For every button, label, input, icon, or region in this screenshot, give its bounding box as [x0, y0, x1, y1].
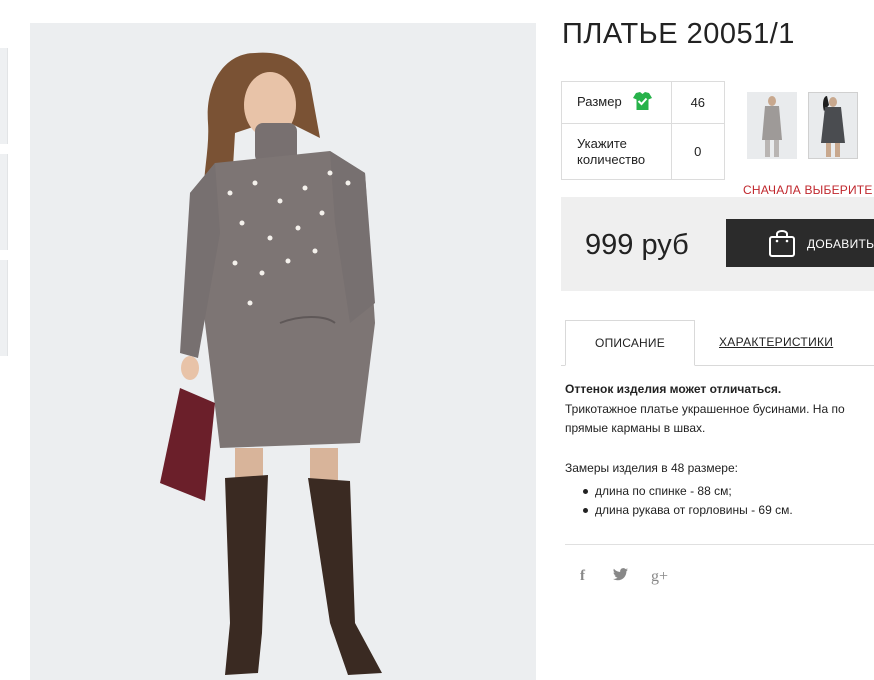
add-to-cart-label: ДОБАВИТЬ: [807, 237, 874, 251]
size-selected-check-icon: [633, 91, 653, 114]
product-thumbnail[interactable]: [0, 260, 8, 356]
size-label: Размер: [577, 93, 622, 109]
model-illustration: [160, 52, 382, 675]
product-price: 999 руб: [585, 229, 689, 261]
color-thumbnail-dark[interactable]: [808, 92, 858, 159]
measurements-heading: Замеры изделия в 48 размере:: [565, 461, 738, 475]
color-thumbnail-grey[interactable]: [747, 92, 797, 159]
measurements-list: длина по спинке - 88 см; длина рукава от…: [583, 482, 793, 520]
select-size-warning: СНАЧАЛА ВЫБЕРИТЕ Р: [743, 183, 874, 197]
description-line: прямые карманы в швах.: [565, 421, 706, 435]
thumbnail-strip: [0, 48, 8, 366]
shopping-bag-icon: [768, 228, 796, 263]
add-to-cart-button[interactable]: ДОБАВИТЬ: [726, 219, 874, 267]
divider: [565, 544, 874, 545]
google-plus-icon[interactable]: g+: [651, 568, 668, 586]
size-row: Размер: [561, 81, 672, 124]
list-item: длина рукава от горловины - 69 см.: [583, 501, 793, 520]
quantity-label-line2: количество: [577, 151, 646, 167]
quantity-label-line1: Укажите: [577, 135, 627, 151]
size-value[interactable]: 46: [670, 81, 726, 124]
price-panel: 999 руб ДОБАВИТЬ: [561, 197, 874, 291]
product-thumbnail[interactable]: [0, 154, 8, 250]
tab-characteristics[interactable]: ХАРАКТЕРИСТИКИ: [719, 335, 833, 349]
product-title: ПЛАТЬЕ 20051/1: [562, 18, 795, 50]
quantity-input[interactable]: 0: [670, 123, 726, 180]
tab-description[interactable]: ОПИСАНИЕ: [565, 320, 695, 366]
main-product-photo[interactable]: [30, 23, 536, 680]
facebook-icon[interactable]: f: [580, 568, 585, 585]
list-item: длина по спинке - 88 см;: [583, 482, 793, 501]
product-options-table: Размер 46 Укажите количество 0: [561, 81, 726, 180]
twitter-icon[interactable]: [613, 568, 628, 584]
quantity-label: Укажите количество: [561, 123, 672, 180]
product-thumbnail[interactable]: [0, 48, 8, 144]
color-disclaimer: Оттенок изделия может отличаться.: [565, 382, 782, 396]
description-text: Оттенок изделия может отличаться. Трикот…: [565, 380, 874, 439]
description-line: Трикотажное платье украшенное бусинами. …: [565, 401, 845, 416]
